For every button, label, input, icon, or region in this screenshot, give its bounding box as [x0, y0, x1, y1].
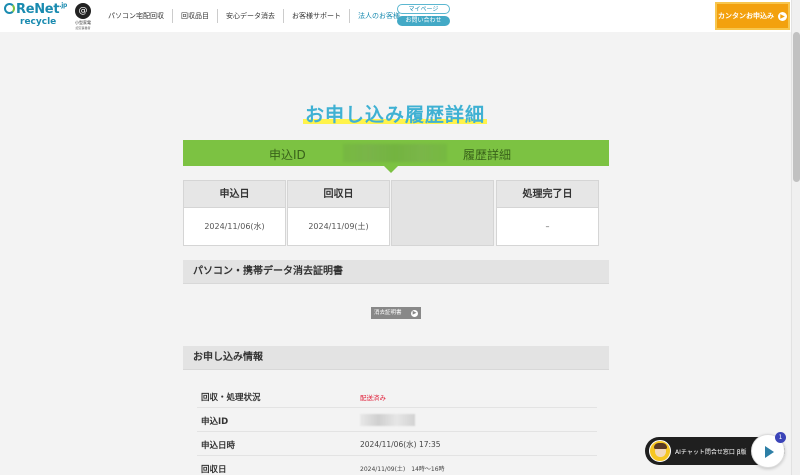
card-label: 申込日 — [184, 181, 285, 208]
chat-label: AIチャット問合せ窓口 β版 — [675, 449, 747, 456]
arrow-right-icon: ▶ — [778, 11, 787, 21]
card-label: 処理完了日 — [497, 181, 598, 208]
play-icon — [765, 446, 774, 458]
application-datetime-value: 2024/11/06(水) 17:35 — [360, 440, 441, 449]
badge-subtext: 認定事業者 — [75, 26, 91, 30]
table-row: 申込日時 2024/11/06(水) 17:35 — [197, 432, 597, 456]
quick-apply-button[interactable]: カンタンお申込み ▶ — [715, 2, 790, 30]
certificate-section-heading: パソコン・携帯データ消去証明書 — [183, 260, 609, 284]
logo-wordmark: ReNet.jp — [4, 2, 67, 17]
bar-pointer-arrow — [384, 166, 398, 173]
page-scrollbar[interactable] — [791, 0, 800, 475]
collection-date-card: 回収日 2024/11/09(土) — [287, 180, 390, 246]
page-title: お申し込み履歴詳細 — [302, 100, 487, 127]
collection-date-label: 回収日 — [201, 465, 227, 475]
chat-notification-badge: 1 — [775, 432, 786, 443]
application-info-heading: お申し込み情報 — [183, 346, 609, 370]
nav-pc-collection[interactable]: パソコン宅配回収 — [100, 9, 172, 23]
table-row: 回収日 2024/11/09(土) 14時～16時 — [197, 456, 597, 475]
account-links: マイページ お問い合わせ — [397, 4, 450, 28]
application-id-bar: 申込ID 履歴詳細 — [183, 140, 609, 166]
main-nav: パソコン宅配回収 回収品目 安心データ消去 お客様サポート 法人のお客様 — [100, 0, 408, 32]
application-id-label: 申込ID — [269, 148, 306, 162]
scrollbar-thumb[interactable] — [793, 32, 800, 182]
chat-avatar — [649, 440, 671, 462]
collection-date-value: 2024/11/09(土) 14時～16時 — [360, 466, 445, 473]
logo-text: ReNet — [16, 2, 60, 17]
avatar-hair-icon — [654, 443, 667, 449]
card-value: 2024/11/06(水) — [204, 222, 265, 231]
blank-status-card — [391, 180, 494, 246]
certification-badge: @ 小型家電 認定事業者 — [72, 3, 94, 30]
quick-apply-label: カンタンお申込み — [718, 12, 774, 20]
redacted-application-id — [343, 144, 447, 162]
table-row: 申込ID — [197, 408, 597, 432]
status-value: 配送済み — [360, 394, 386, 402]
table-row: 回収・処理状況 配送済み — [197, 384, 597, 408]
site-header: ReNet.jp recycle @ 小型家電 認定事業者 パソコン宅配回収 回… — [0, 0, 800, 32]
recycle-ring-icon — [4, 3, 15, 14]
completion-date-card: 処理完了日 – — [496, 180, 599, 246]
erasure-certificate-button[interactable]: 消去証明書 ▶ — [371, 307, 421, 319]
logo-subtext: recycle — [20, 17, 57, 27]
redacted-application-id — [360, 414, 415, 426]
certificate-button-label: 消去証明書 — [374, 310, 402, 316]
logo-suffix: .jp — [59, 2, 67, 9]
arrow-right-icon: ▶ — [411, 309, 418, 317]
card-label: 回収日 — [288, 181, 389, 208]
history-detail-label: 履歴詳細 — [463, 148, 512, 162]
renet-logo[interactable]: ReNet.jp recycle — [4, 2, 70, 30]
application-datetime-label: 申込日時 — [201, 441, 236, 451]
nav-support[interactable]: お客様サポート — [283, 9, 349, 23]
application-id-row-label: 申込ID — [201, 417, 229, 427]
status-label: 回収・処理状況 — [201, 393, 261, 403]
nav-collection-items[interactable]: 回収品目 — [172, 9, 217, 23]
certification-mark-icon: @ — [75, 3, 91, 19]
nav-data-erasure[interactable]: 安心データ消去 — [217, 9, 283, 23]
mypage-button[interactable]: マイページ — [397, 4, 450, 14]
application-date-card: 申込日 2024/11/06(水) — [183, 180, 286, 246]
card-value: 2024/11/09(土) — [308, 222, 369, 231]
title-area: お申し込み履歴詳細 — [0, 100, 790, 127]
contact-button[interactable]: お問い合わせ — [397, 16, 450, 26]
card-value: – — [545, 222, 550, 231]
